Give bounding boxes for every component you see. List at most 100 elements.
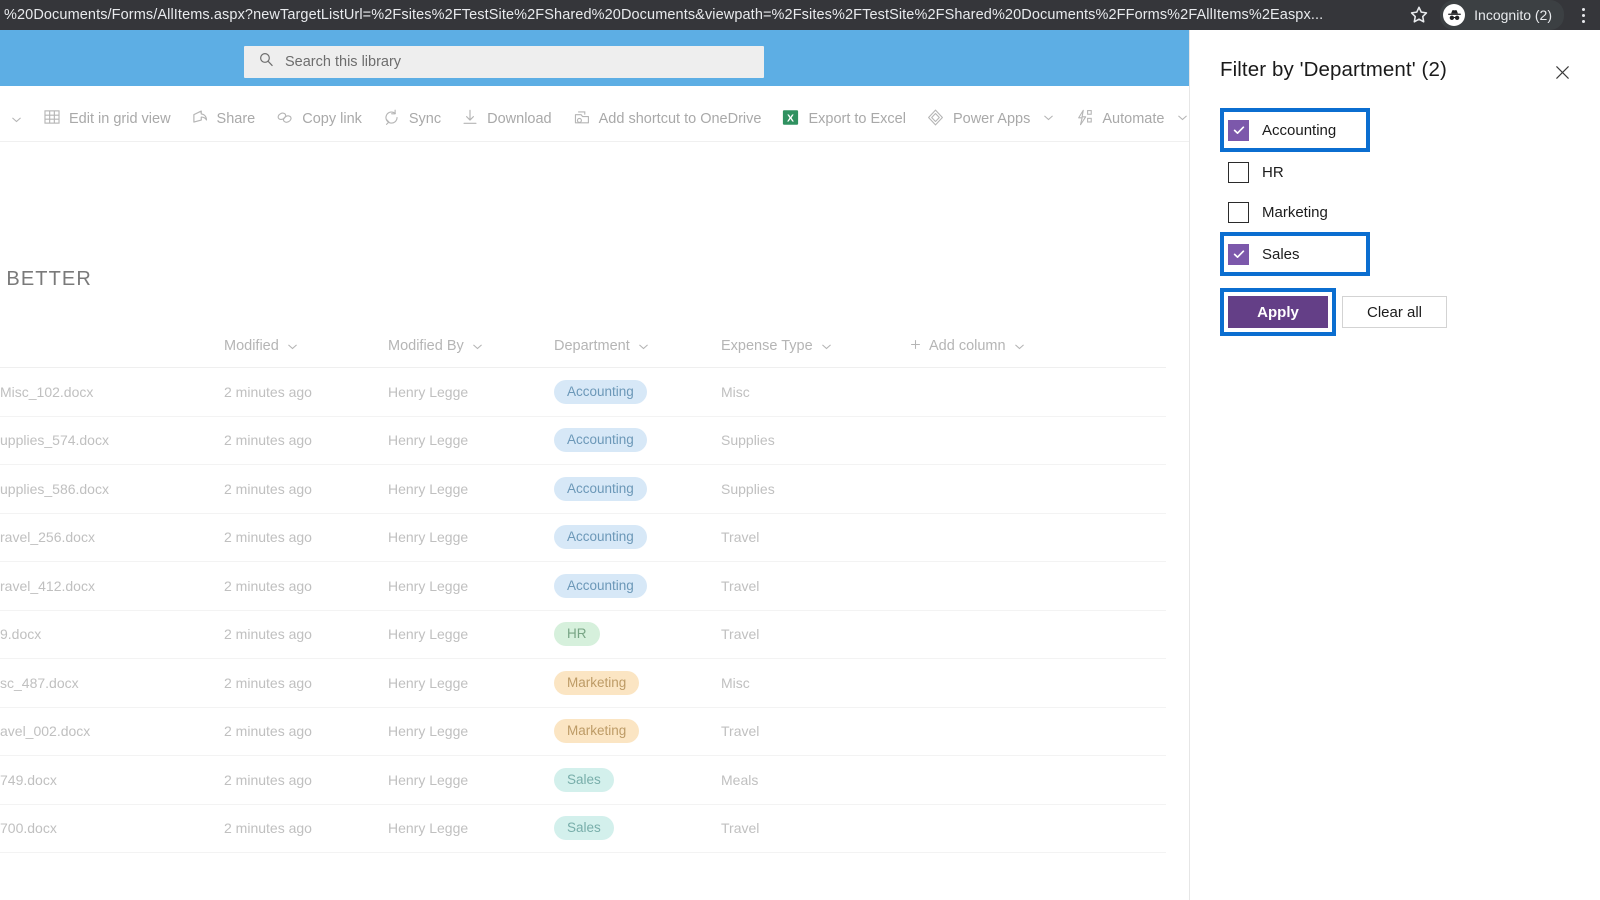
- star-icon[interactable]: [1408, 4, 1430, 26]
- cell-expense-type: Travel: [721, 529, 760, 546]
- cell-file-name: sc_487.docx: [0, 674, 79, 691]
- table-row[interactable]: ravel_412.docx 2 minutes ago Henry Legge Ac…: [0, 562, 1166, 611]
- excel-icon: X: [781, 108, 800, 131]
- table-header-row: Modified Modified By Department Expense …: [0, 325, 1166, 368]
- filter-option-accounting[interactable]: Accounting: [1220, 108, 1370, 152]
- cell-modified-by: Henry Legge: [388, 723, 469, 740]
- filter-option-marketing[interactable]: Marketing: [1220, 192, 1570, 232]
- page-title: - BETTER: [0, 268, 92, 290]
- incognito-icon: [1443, 4, 1466, 26]
- command-copy-link[interactable]: Copy link: [265, 97, 372, 141]
- column-header-label: Expense Type: [721, 338, 813, 354]
- cell-department: Accounting: [554, 379, 721, 404]
- filter-panel: Filter by 'Department' (2) Accounting HR M…: [1190, 30, 1600, 900]
- close-icon[interactable]: [1550, 60, 1574, 84]
- chevron-down-icon[interactable]: [471, 340, 484, 353]
- department-pill: Accounting: [554, 379, 647, 404]
- command-download[interactable]: Download: [451, 97, 562, 141]
- department-pill: Accounting: [554, 428, 647, 452]
- command-label: Share: [216, 111, 256, 127]
- filter-option-label: Accounting: [1262, 121, 1337, 139]
- column-header-add-column[interactable]: Add column: [909, 338, 1109, 355]
- table-row[interactable]: Misc_102.docx 2 minutes ago Henry Legge Acc…: [0, 368, 1166, 417]
- cell-expense-type: Misc: [721, 674, 750, 691]
- share-icon: [191, 108, 209, 130]
- command-share[interactable]: Share: [181, 97, 266, 141]
- column-header-label: Add column: [929, 338, 1006, 354]
- checkbox-icon[interactable]: [1228, 161, 1249, 183]
- command-label: Export to Excel: [808, 111, 906, 127]
- cell-department: Marketing: [554, 719, 721, 743]
- filter-option-label: Sales: [1262, 245, 1300, 263]
- cell-modified: 2 minutes ago: [224, 432, 312, 449]
- table-row[interactable]: 749.docx 2 minutes ago Henry Legge Sales Mea…: [0, 756, 1166, 805]
- clear-all-button[interactable]: Clear all: [1342, 296, 1447, 328]
- filter-panel-header: Filter by 'Department' (2): [1220, 58, 1580, 84]
- department-pill: Sales: [554, 767, 614, 792]
- filter-panel-title: Filter by 'Department' (2): [1220, 58, 1447, 81]
- cell-department: Accounting: [554, 573, 721, 598]
- chevron-down-icon[interactable]: [286, 340, 299, 353]
- apply-button[interactable]: Apply: [1228, 296, 1328, 328]
- table-row[interactable]: avel_002.docx 2 minutes ago Henry Legge Mar…: [0, 708, 1166, 756]
- table-row[interactable]: ravel_256.docx 2 minutes ago Henry Legge Ac…: [0, 514, 1166, 562]
- cell-modified-by: Henry Legge: [388, 529, 469, 546]
- search-box[interactable]: Search this library: [244, 46, 764, 78]
- filter-option-label: Marketing: [1262, 203, 1328, 221]
- cell-modified-by: Henry Legge: [388, 771, 469, 788]
- command-label: Automate: [1102, 111, 1165, 127]
- command-add-shortcut-to-onedrive[interactable]: Add shortcut to OneDrive: [562, 97, 772, 141]
- command-sync[interactable]: Sync: [372, 97, 451, 141]
- cell-department: Marketing: [554, 670, 721, 695]
- cell-file-name: 700.docx: [0, 820, 57, 837]
- chrome-actions: Incognito (2): [1408, 0, 1600, 30]
- command-automate[interactable]: Automate: [1065, 97, 1199, 141]
- automate-icon: [1075, 108, 1094, 131]
- kebab-menu-icon[interactable]: [1574, 4, 1592, 26]
- filter-option-hr[interactable]: HR: [1220, 152, 1570, 192]
- table-row[interactable]: upplies_574.docx 2 minutes ago Henry Legge…: [0, 417, 1166, 465]
- cell-expense-type: Travel: [721, 723, 760, 740]
- table-row[interactable]: 700.docx 2 minutes ago Henry Legge Sales Tra…: [0, 805, 1166, 853]
- filter-option-label: HR: [1262, 163, 1284, 181]
- cell-file-name: Misc_102.docx: [0, 383, 94, 400]
- screen: %20Documents/Forms/AllItems.aspx?newTarg…: [0, 0, 1600, 900]
- powerapps-icon: [926, 108, 945, 131]
- filter-option-sales[interactable]: Sales: [1220, 232, 1370, 276]
- link-icon: [275, 108, 294, 131]
- table-row[interactable]: sc_487.docx 2 minutes ago Henry Legge Marke…: [0, 659, 1166, 708]
- cell-modified-by: Henry Legge: [388, 626, 469, 643]
- department-pill: HR: [554, 622, 600, 646]
- chevron-down-icon[interactable]: [820, 340, 833, 353]
- checkbox-checked-icon[interactable]: [1228, 119, 1249, 141]
- apply-button-highlight: Apply: [1220, 288, 1336, 336]
- checkbox-icon[interactable]: [1228, 201, 1249, 223]
- command-edit-in-grid-view[interactable]: Edit in grid view: [33, 97, 181, 141]
- profile-label: Incognito (2): [1474, 7, 1552, 23]
- cell-modified: 2 minutes ago: [224, 529, 312, 546]
- chevron-down-icon[interactable]: [1042, 111, 1055, 128]
- address-bar-url[interactable]: %20Documents/Forms/AllItems.aspx?newTarg…: [0, 7, 1408, 23]
- cell-department: Accounting: [554, 525, 721, 549]
- cell-expense-type: Misc: [721, 383, 750, 400]
- table-row[interactable]: upplies_586.docx 2 minutes ago Henry Legge…: [0, 465, 1166, 514]
- chevron-down-icon[interactable]: [1013, 340, 1026, 353]
- command-overflow-left[interactable]: [0, 97, 33, 141]
- table-body: Misc_102.docx 2 minutes ago Henry Legge Acc…: [0, 368, 1166, 853]
- column-header-modified[interactable]: Modified: [224, 338, 388, 354]
- command-export-to-excel[interactable]: X Export to Excel: [771, 97, 916, 141]
- chevron-down-icon[interactable]: [637, 340, 650, 353]
- column-header-expense-type[interactable]: Expense Type: [721, 338, 909, 354]
- table-row[interactable]: 9.docx 2 minutes ago Henry Legge HR Travel: [0, 611, 1166, 659]
- command-power-apps[interactable]: Power Apps: [916, 97, 1065, 141]
- checkbox-checked-icon[interactable]: [1228, 243, 1249, 265]
- profile-chip[interactable]: Incognito (2): [1440, 0, 1564, 30]
- files-table: Modified Modified By Department Expense …: [0, 325, 1166, 853]
- chevron-down-icon[interactable]: [1176, 111, 1189, 128]
- column-header-modified-by[interactable]: Modified By: [388, 338, 554, 354]
- department-pill: Accounting: [554, 573, 647, 598]
- command-label: Copy link: [302, 111, 362, 127]
- department-pill: Sales: [554, 816, 614, 840]
- column-header-department[interactable]: Department: [554, 338, 721, 354]
- command-label: Edit in grid view: [69, 111, 171, 127]
